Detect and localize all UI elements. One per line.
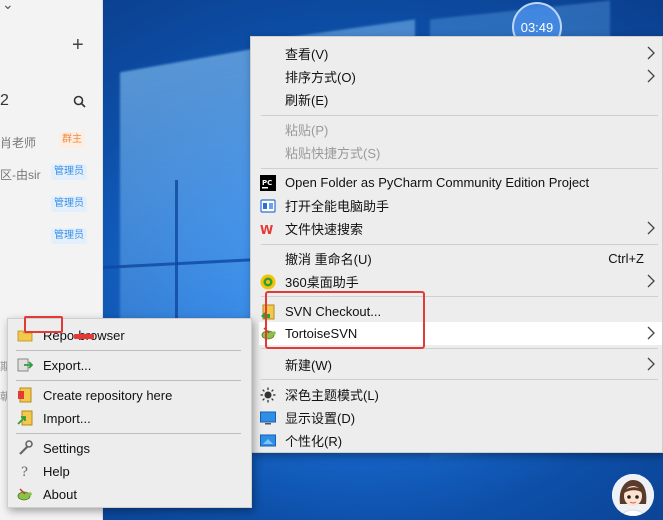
- menu-item-360-assistant[interactable]: 360桌面助手: [259, 270, 662, 293]
- menu-separator: [16, 433, 241, 434]
- shortcut-label: Ctrl+Z: [608, 251, 644, 266]
- menu-separator: [261, 348, 658, 349]
- submenu-item-label: Import...: [43, 410, 91, 426]
- 360-icon: [260, 274, 276, 290]
- submenu-item-label: About: [43, 486, 77, 502]
- menu-item-display-settings[interactable]: 显示设置(D): [259, 406, 662, 429]
- menu-item-label: 撤消 重命名(U): [285, 252, 372, 267]
- help-icon: ?: [21, 465, 28, 479]
- highlight-annotation-mark: [74, 334, 94, 339]
- svg-text:PC: PC: [262, 179, 272, 187]
- member-row[interactable]: 肖老师 群主: [0, 132, 103, 150]
- menu-item-refresh[interactable]: 刷新(E): [259, 88, 662, 111]
- menu-item-undo-rename[interactable]: 撤消 重命名(U) Ctrl+Z: [259, 247, 662, 270]
- admin-badge: 管理员: [51, 228, 87, 244]
- menu-item-personalize[interactable]: 个性化(R): [259, 429, 662, 452]
- submenu-item-label: Help: [43, 463, 70, 479]
- personalize-icon: [260, 434, 276, 447]
- member-name: 区-由sir: [0, 168, 41, 182]
- admin-badge: 管理员: [51, 196, 87, 212]
- create-repo-icon: [18, 387, 32, 403]
- owner-badge: 群主: [59, 132, 85, 148]
- svg-text:?: ?: [21, 465, 28, 479]
- submenu-item-help[interactable]: ? Help: [13, 460, 251, 482]
- menu-item-view[interactable]: 查看(V): [259, 42, 662, 65]
- menu-item-open-pycharm[interactable]: PC Open Folder as PyCharm Community Edit…: [259, 171, 662, 194]
- menu-item-file-search[interactable]: W 文件快速搜索: [259, 217, 662, 240]
- menu-item-label: 显示设置(D): [285, 411, 356, 426]
- menu-item-label: 粘贴(P): [285, 123, 329, 138]
- search-icon[interactable]: [73, 95, 86, 108]
- menu-item-label: 个性化(R): [285, 434, 343, 449]
- chevron-right-icon: [647, 274, 655, 288]
- submenu-item-settings[interactable]: Settings: [13, 437, 251, 459]
- member-row[interactable]: 管理员: [0, 228, 103, 246]
- svg-text:W: W: [260, 223, 273, 237]
- highlight-annotation-box: [24, 316, 63, 333]
- menu-item-label: 刷新(E): [285, 93, 329, 108]
- menu-separator: [16, 380, 241, 381]
- menu-item-label: TortoiseSVN: [285, 326, 358, 341]
- menu-item-label: 打开全能电脑助手: [285, 199, 390, 214]
- menu-item-paste: 粘贴(P): [259, 118, 662, 141]
- menu-item-new[interactable]: 新建(W): [259, 353, 662, 376]
- export-icon: [17, 358, 33, 372]
- pycharm-icon: PC: [260, 175, 276, 191]
- tortoisesvn-icon: [261, 327, 276, 340]
- menu-item-label: SVN Checkout...: [285, 304, 382, 319]
- menu-item-label: 排序方式(O): [285, 70, 356, 85]
- submenu-item-export[interactable]: Export...: [13, 354, 251, 376]
- wps-icon: W: [260, 223, 273, 237]
- submenu-item-label: Export...: [43, 357, 92, 373]
- menu-item-label: 新建(W): [285, 358, 332, 373]
- assistant-icon: [260, 199, 276, 213]
- menu-item-dark-mode[interactable]: 深色主题模式(L): [259, 383, 662, 406]
- menu-item-paste-shortcut: 粘贴快捷方式(S): [259, 141, 662, 164]
- menu-separator: [16, 350, 241, 351]
- menu-separator: [261, 115, 658, 116]
- menu-item-pc-assistant[interactable]: 打开全能电脑助手: [259, 194, 662, 217]
- chevron-right-icon: [647, 46, 655, 60]
- member-name: 肖老师: [0, 136, 37, 150]
- display-icon: [260, 411, 276, 425]
- admin-badge: 管理员: [51, 164, 87, 180]
- menu-item-sort[interactable]: 排序方式(O): [259, 65, 662, 88]
- menu-item-label: 查看(V): [285, 47, 329, 62]
- submenu-item-label: Settings: [43, 440, 90, 456]
- settings-icon: [19, 440, 33, 455]
- menu-separator: [261, 168, 658, 169]
- menu-item-label: 文件快速搜索: [285, 222, 364, 237]
- menu-separator: [261, 244, 658, 245]
- about-icon: [17, 488, 32, 501]
- desktop-context-menu: 查看(V) 排序方式(O) 刷新(E) 粘贴(P) 粘贴快捷方式(S) PC O…: [250, 36, 663, 453]
- chevron-right-icon: [647, 221, 655, 235]
- menu-item-tortoisesvn[interactable]: TortoiseSVN: [259, 322, 662, 345]
- menu-separator: [261, 379, 658, 380]
- chevron-right-icon: [647, 326, 655, 340]
- menu-item-label: 深色主题模式(L): [285, 388, 379, 403]
- menu-item-label: Open Folder as PyCharm Community Edition…: [285, 175, 590, 190]
- avatar[interactable]: [612, 474, 654, 516]
- submenu-item-label: Create repository here: [43, 387, 173, 403]
- menu-item-svn-checkout[interactable]: SVN Checkout...: [259, 300, 662, 323]
- avatar-illustration: [612, 474, 654, 516]
- submenu-item-import[interactable]: Import...: [13, 407, 251, 429]
- submenu-item-create-repository[interactable]: Create repository here: [13, 384, 251, 406]
- menu-separator: [261, 296, 658, 297]
- tortoisesvn-submenu: Repo-browser Export... Create repository…: [7, 318, 252, 508]
- submenu-item-about[interactable]: About: [13, 483, 251, 505]
- add-icon[interactable]: +: [72, 34, 84, 57]
- wallpaper-logo-line: [175, 180, 178, 330]
- menu-item-label: 360桌面助手: [285, 275, 359, 290]
- member-count-label: 2: [0, 92, 9, 109]
- member-row[interactable]: 管理员: [0, 196, 103, 214]
- member-row[interactable]: 区-由sir 管理员: [0, 164, 103, 182]
- menu-item-label: 粘贴快捷方式(S): [285, 146, 381, 161]
- chevron-right-icon: [647, 357, 655, 371]
- brightness-icon: [260, 387, 276, 403]
- chevron-icon[interactable]: ⌄: [2, 0, 14, 13]
- import-icon: [17, 410, 33, 426]
- chevron-right-icon: [647, 69, 655, 83]
- svn-checkout-icon: [261, 304, 275, 320]
